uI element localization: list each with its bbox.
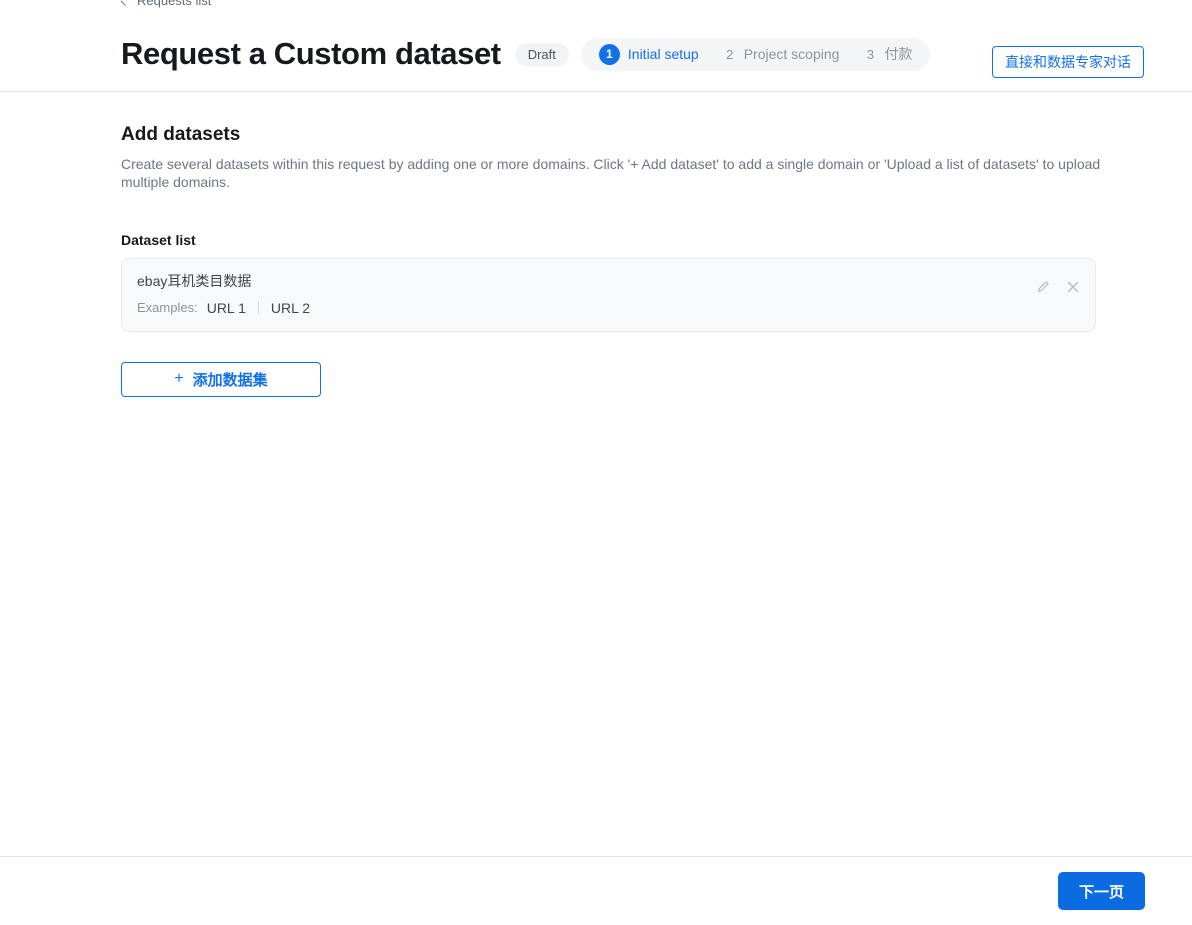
examples-separator (257, 301, 259, 315)
breadcrumb[interactable]: Requests list (121, 0, 211, 8)
dataset-list-item[interactable]: ebay耳机类目数据 Examples: URL 1 URL 2 (121, 257, 1096, 332)
step-indicator: 1 Initial setup 2 Project scoping 3 付款 (580, 37, 931, 71)
step-label: 付款 (884, 46, 913, 62)
talk-to-data-expert-button[interactable]: 直接和数据专家对话 (992, 46, 1144, 79)
section-title: Add datasets (121, 124, 241, 145)
title-row: Request a Custom dataset Draft 1 Initial… (121, 36, 1144, 72)
next-page-button[interactable]: 下一页 (1057, 872, 1145, 910)
step-number: 3 (866, 46, 875, 62)
page-root: Requests list Request a Custom dataset D… (0, 0, 1192, 925)
add-dataset-label: 添加数据集 (192, 371, 268, 389)
pencil-icon[interactable] (1035, 279, 1051, 295)
step-number: 1 (598, 43, 620, 65)
add-dataset-button[interactable]: + 添加数据集 (121, 361, 321, 397)
step-number: 2 (726, 46, 734, 62)
step-payment[interactable]: 3 付款 (864, 44, 913, 64)
dataset-examples: Examples: URL 1 URL 2 (137, 300, 1077, 316)
page-footer: 下一页 (0, 856, 1192, 925)
breadcrumb-label: Requests list (137, 0, 212, 8)
chevron-left-icon (121, 0, 131, 6)
plus-icon: + (174, 370, 184, 388)
main-content: Add datasets Create several datasets wit… (0, 92, 1192, 856)
dataset-card-actions (1035, 279, 1081, 295)
example-url-2-link[interactable]: URL 2 (271, 300, 310, 316)
close-icon[interactable] (1065, 279, 1081, 295)
section-description: Create several datasets within this requ… (121, 156, 1101, 191)
page-title: Request a Custom dataset (121, 36, 501, 71)
step-label: Project scoping (743, 46, 840, 62)
step-initial-setup[interactable]: 1 Initial setup (598, 43, 699, 65)
dataset-list-label: Dataset list (121, 231, 196, 248)
examples-label: Examples: (137, 300, 198, 316)
step-label: Initial setup (627, 46, 699, 62)
page-header: Requests list Request a Custom dataset D… (0, 0, 1192, 92)
step-project-scoping[interactable]: 2 Project scoping (724, 46, 840, 62)
example-url-1-link[interactable]: URL 1 (207, 300, 246, 316)
dataset-name: ebay耳机类目数据 (137, 272, 252, 289)
status-badge: Draft (514, 42, 569, 66)
